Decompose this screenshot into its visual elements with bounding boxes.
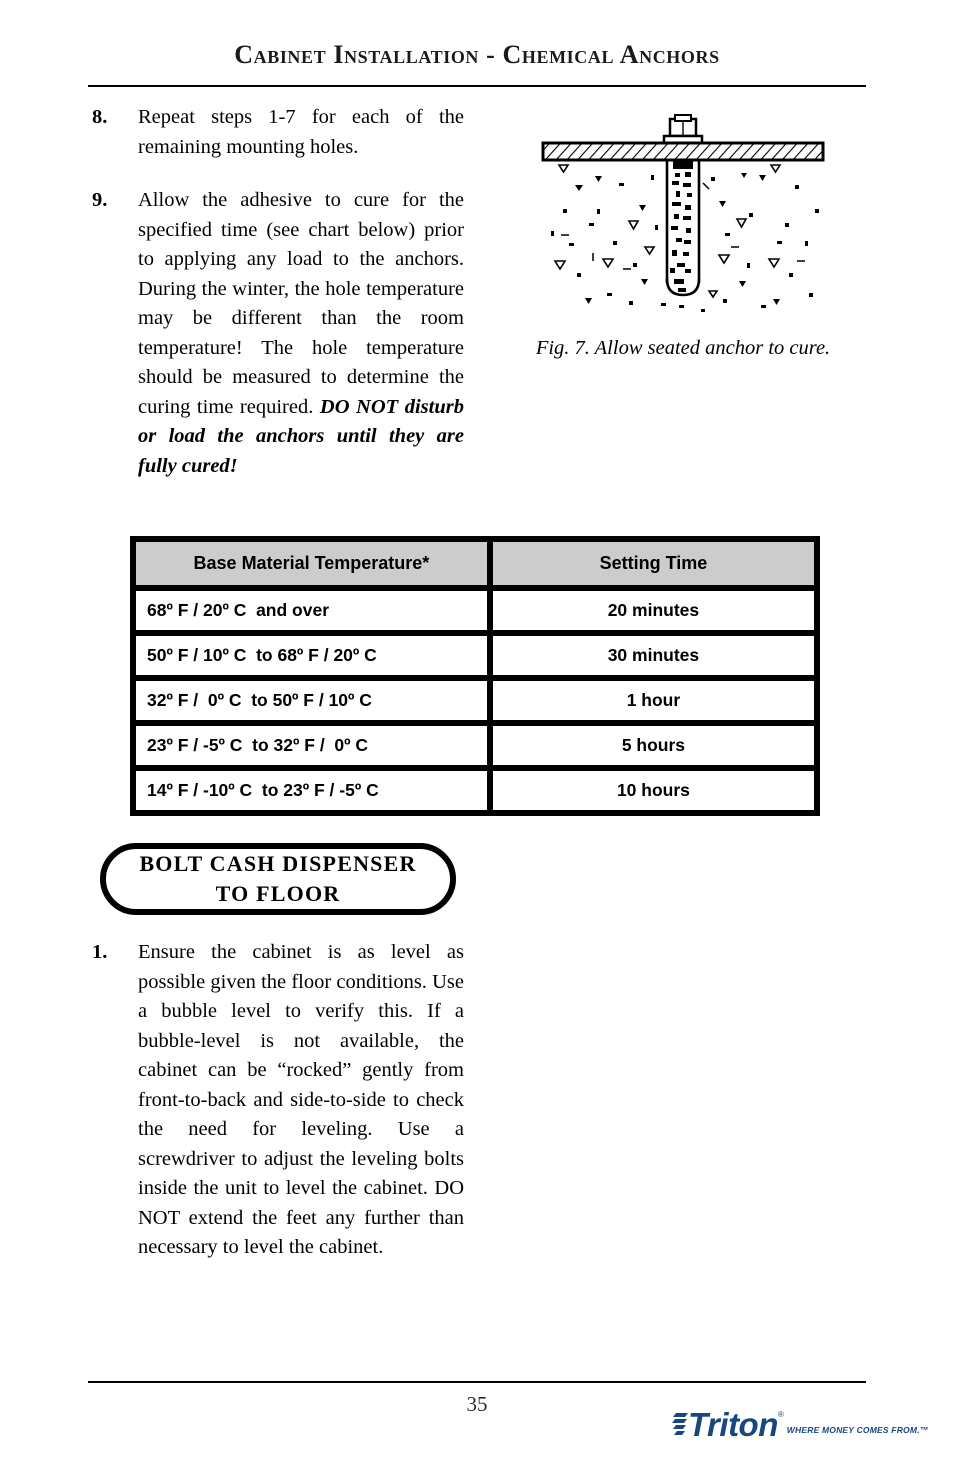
cell-temperature: 23º F / -5º C to 32º F / 0º C <box>133 723 490 768</box>
table-header-row: Base Material Temperature* Setting Time <box>133 539 817 588</box>
page-title: Cabinet Installation - Chemical Anchors <box>234 40 720 69</box>
setting-time-table: Base Material Temperature* Setting Time … <box>130 536 820 816</box>
triton-tagline: WHERE MONEY COMES FROM.™ <box>786 1425 929 1435</box>
step-text: Allow the adhesive to cure for the speci… <box>138 186 464 481</box>
cell-setting-time: 20 minutes <box>489 588 817 633</box>
table-row: 50º F / 10º C to 68º F / 20º C 30 minute… <box>133 633 817 678</box>
step-number: 8. <box>92 106 108 128</box>
step-number: 9. <box>92 189 108 211</box>
cell-temperature: 14º F / -10º C to 23º F / -5º C <box>133 768 490 813</box>
section-callout-box: BOLT CASH DISPENSER TO FLOOR <box>100 843 456 915</box>
list-item: 8. Repeat steps 1-7 for each of the rema… <box>92 103 464 162</box>
page-header: Cabinet Installation - Chemical Anchors <box>88 40 866 70</box>
cell-setting-time: 1 hour <box>489 678 817 723</box>
list-item: 1. Ensure the cabinet is as level as pos… <box>92 938 464 1263</box>
triton-wordmark-group: Triton ® WHERE MONEY COMES FROM.™ <box>688 1408 928 1441</box>
cell-temperature: 50º F / 10º C to 68º F / 20º C <box>133 633 490 678</box>
figure-caption: Fig. 7. Allow seated anchor to cure. <box>535 337 831 359</box>
cell-temperature: 32º F / 0º C to 50º F / 10º C <box>133 678 490 723</box>
cell-setting-time: 30 minutes <box>489 633 817 678</box>
triton-wordmark: Triton <box>688 1406 778 1443</box>
triton-swoosh-icon <box>672 1413 688 1435</box>
table-row: 23º F / -5º C to 32º F / 0º C 5 hours <box>133 723 817 768</box>
cell-setting-time: 10 hours <box>489 768 817 813</box>
column-header-temperature: Base Material Temperature* <box>133 539 490 588</box>
step-number: 1. <box>92 941 108 963</box>
document-page: Cabinet Installation - Chemical Anchors … <box>0 0 954 1475</box>
cell-setting-time: 5 hours <box>489 723 817 768</box>
footer-divider <box>88 1381 866 1383</box>
table-row: 14º F / -10º C to 23º F / -5º C 10 hours <box>133 768 817 813</box>
instruction-list-upper: 8. Repeat steps 1-7 for each of the rema… <box>92 103 464 505</box>
step-text: Ensure the cabinet is as level as possib… <box>138 941 464 1258</box>
table-row: 68º F / 20º C and over 20 minutes <box>133 588 817 633</box>
header-divider <box>88 85 866 87</box>
column-header-setting-time: Setting Time <box>489 539 817 588</box>
registered-trademark-icon: ® <box>777 1410 784 1419</box>
step-text: Repeat steps 1-7 for each of the remaini… <box>138 106 464 158</box>
figure-block: Fig. 7. Allow seated anchor to cure. <box>500 113 866 361</box>
instruction-list-lower: 1. Ensure the cabinet is as level as pos… <box>92 938 464 1287</box>
cell-temperature: 68º F / 20º C and over <box>133 588 490 633</box>
triton-logo: Triton ® WHERE MONEY COMES FROM.™ <box>672 1408 928 1456</box>
seated-anchor-diagram-icon <box>541 114 825 312</box>
section-callout-text: BOLT CASH DISPENSER TO FLOOR <box>139 851 417 906</box>
table-row: 32º F / 0º C to 50º F / 10º C 1 hour <box>133 678 817 723</box>
step-text-lead: Allow the adhesive to cure for the speci… <box>138 189 464 418</box>
list-item: 9. Allow the adhesive to cure for the sp… <box>92 186 464 481</box>
